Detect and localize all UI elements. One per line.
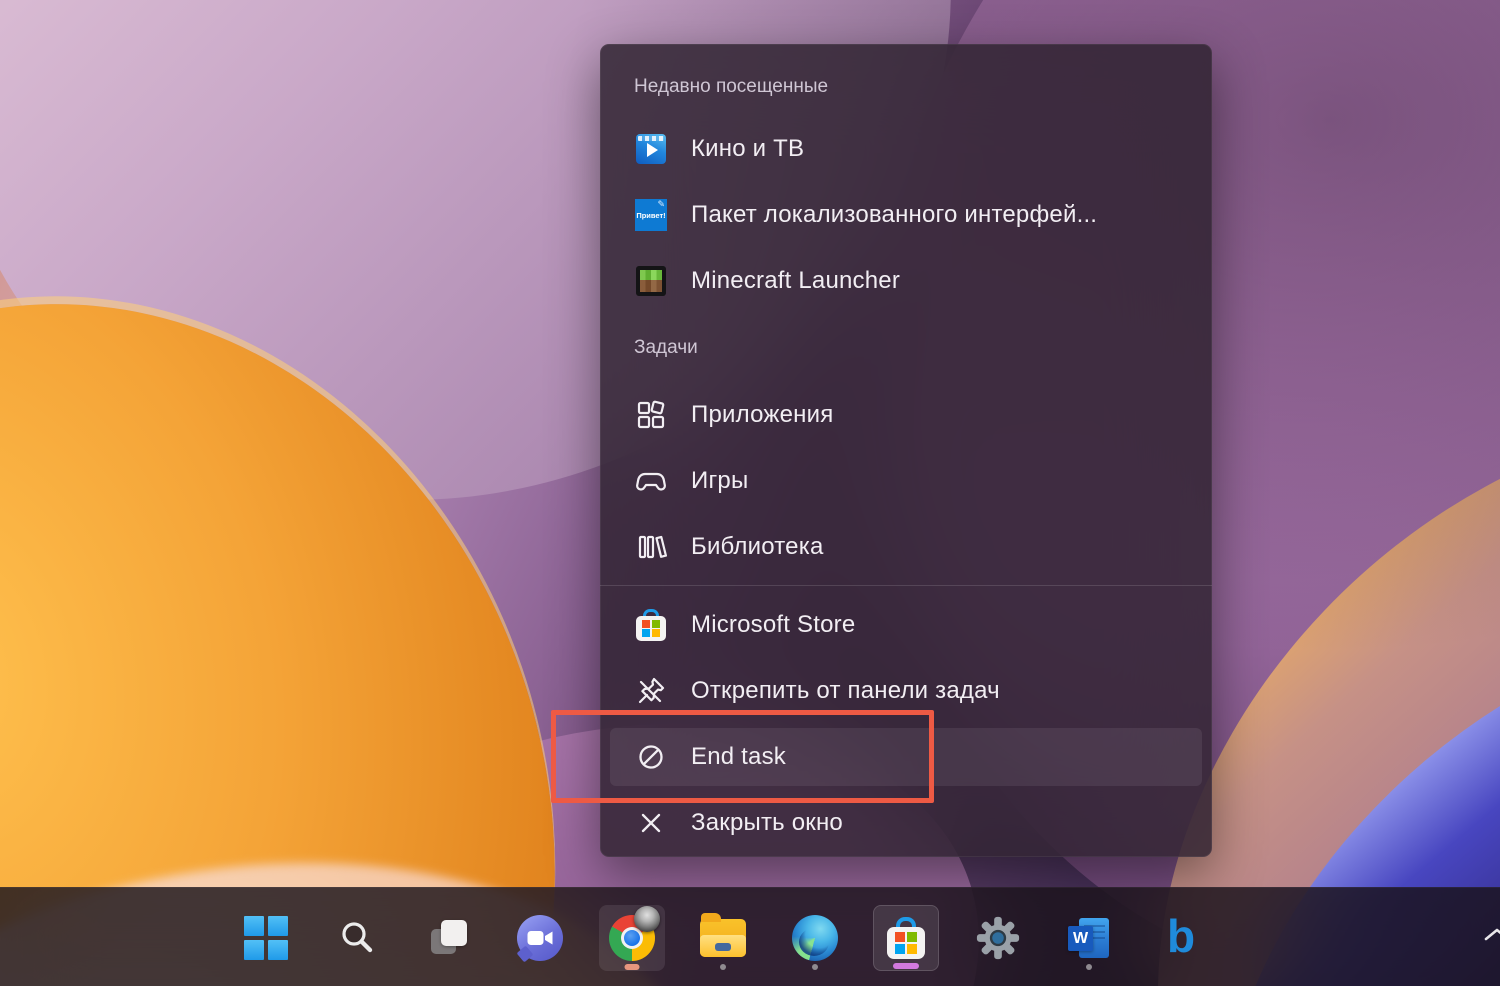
menu-item-apps[interactable]: Приложения bbox=[600, 382, 1212, 448]
bing-icon: b bbox=[1166, 910, 1196, 962]
chrome-profile-avatar bbox=[634, 906, 660, 932]
active-window-indicator bbox=[893, 963, 919, 969]
menu-item-minecraft-launcher[interactable]: Minecraft Launcher bbox=[600, 248, 1212, 314]
menu-item-label: End task bbox=[691, 743, 786, 770]
windows-start-icon bbox=[244, 916, 288, 960]
running-indicator bbox=[1086, 964, 1092, 970]
microsoft-store-icon bbox=[884, 915, 928, 961]
library-icon bbox=[634, 531, 668, 563]
taskbar-item-edge[interactable] bbox=[782, 905, 848, 971]
menu-item-label: Библиотека bbox=[691, 533, 824, 560]
word-icon-letter: W bbox=[1072, 929, 1089, 947]
menu-item-unpin-from-taskbar[interactable]: Открепить от панели задач bbox=[600, 658, 1212, 724]
section-header-recent: Недавно посещенные bbox=[634, 76, 829, 97]
word-icon: W bbox=[1066, 915, 1112, 961]
menu-item-label: Игры bbox=[691, 467, 749, 494]
task-view-icon bbox=[427, 916, 471, 960]
menu-item-label: Microsoft Store bbox=[691, 611, 856, 638]
taskbar-item-task-view[interactable] bbox=[416, 905, 482, 971]
jumplist-context-menu: Недавно посещенные Кино и ТВ Привет! Пак… bbox=[600, 44, 1212, 857]
taskbar-item-search[interactable] bbox=[324, 905, 390, 971]
menu-item-movies-tv[interactable]: Кино и ТВ bbox=[600, 116, 1212, 182]
movies-tv-icon bbox=[636, 134, 666, 164]
tray-chevron-up-icon[interactable] bbox=[1482, 926, 1500, 944]
minecraft-icon bbox=[636, 266, 666, 296]
file-explorer-icon bbox=[700, 913, 746, 957]
games-icon bbox=[634, 464, 668, 498]
taskbar-item-microsoft-store[interactable] bbox=[873, 905, 939, 971]
running-indicator bbox=[812, 964, 818, 970]
taskbar-item-bing[interactable]: b bbox=[1148, 905, 1214, 971]
language-pack-icon: Привет! bbox=[635, 199, 667, 231]
store-icon bbox=[635, 608, 667, 642]
menu-item-library[interactable]: Библиотека bbox=[600, 514, 1212, 580]
menu-item-language-pack[interactable]: Привет! Пакет локализованного интерфей..… bbox=[600, 182, 1212, 248]
menu-item-label: Minecraft Launcher bbox=[691, 267, 901, 294]
menu-item-label: Открепить от панели задач bbox=[691, 677, 1000, 704]
menu-item-label: Закрыть окно bbox=[691, 809, 843, 836]
chrome-icon bbox=[609, 906, 660, 961]
menu-item-games[interactable]: Игры bbox=[600, 448, 1212, 514]
taskbar-item-chrome[interactable] bbox=[599, 905, 665, 971]
running-indicator bbox=[720, 964, 726, 970]
video-camera-icon bbox=[527, 931, 553, 945]
unpin-icon bbox=[634, 675, 668, 707]
section-header-tasks: Задачи bbox=[634, 337, 698, 358]
menu-item-end-task[interactable]: End task bbox=[600, 724, 1212, 790]
close-icon bbox=[634, 808, 668, 838]
search-icon bbox=[342, 922, 373, 953]
gear-icon bbox=[976, 916, 1020, 960]
end-task-icon bbox=[634, 741, 668, 773]
menu-separator bbox=[600, 580, 1212, 592]
menu-item-label: Пакет локализованного интерфей... bbox=[691, 201, 1098, 228]
taskbar-item-chat[interactable] bbox=[507, 905, 573, 971]
apps-icon bbox=[634, 399, 668, 431]
taskbar-item-settings[interactable] bbox=[965, 905, 1031, 971]
taskbar: W b bbox=[0, 887, 1500, 986]
language-pack-icon-text: Привет! bbox=[636, 210, 666, 220]
menu-item-microsoft-store[interactable]: Microsoft Store bbox=[600, 592, 1212, 658]
menu-item-close-window[interactable]: Закрыть окно bbox=[600, 790, 1212, 856]
running-indicator bbox=[624, 964, 640, 970]
chat-icon bbox=[517, 915, 563, 961]
taskbar-item-start[interactable] bbox=[233, 905, 299, 971]
taskbar-item-file-explorer[interactable] bbox=[690, 905, 756, 971]
taskbar-item-word[interactable]: W bbox=[1056, 905, 1122, 971]
menu-item-label: Кино и ТВ bbox=[691, 135, 805, 162]
edge-icon bbox=[792, 915, 838, 961]
menu-item-label: Приложения bbox=[691, 401, 834, 428]
